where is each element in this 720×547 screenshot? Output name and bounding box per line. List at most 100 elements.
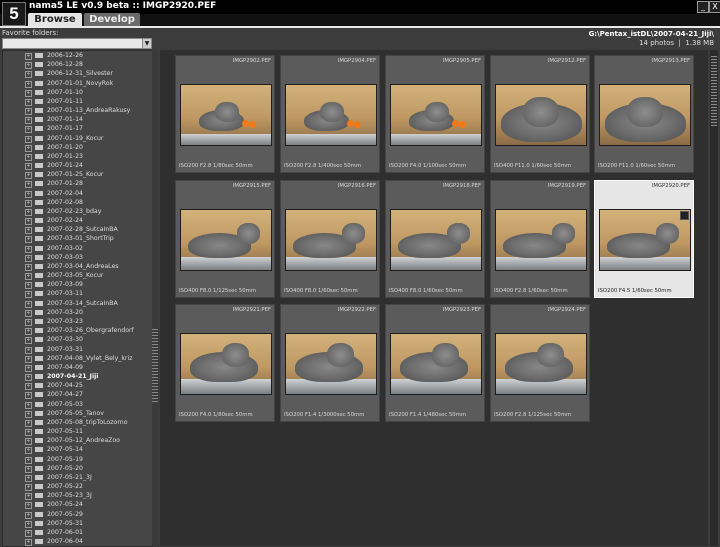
thumbnail-photo[interactable] [180, 209, 272, 271]
tree-item[interactable]: +2007-02-08 [3, 198, 152, 207]
tree-item[interactable]: +2007-05-22 [3, 482, 152, 492]
thumbnail-photo[interactable] [285, 209, 377, 271]
splitter-grip-icon[interactable] [152, 329, 158, 403]
tree-item[interactable]: +2007-03-23 [3, 317, 152, 326]
expand-icon[interactable]: + [25, 163, 32, 171]
tree-item[interactable]: +2007-01-23 [3, 152, 152, 161]
tree-item[interactable]: +2007-03-01_ShortTrip [3, 234, 152, 244]
flag-icon[interactable] [680, 211, 689, 220]
expand-icon[interactable]: + [25, 456, 32, 464]
tree-item[interactable]: +2007-03-09 [3, 280, 152, 290]
tree-item[interactable]: +2007-01-13_AndreaRakusy [3, 106, 152, 116]
expand-icon[interactable]: + [25, 401, 32, 409]
expand-icon[interactable]: + [25, 98, 32, 106]
tab-browse[interactable]: Browse [28, 13, 82, 26]
thumbnail[interactable]: IMGP2918.PEF ISO400 F8.0 1/60sec 50mm [385, 180, 485, 298]
thumbnail[interactable]: IMGP2913.PEF ISO200 F11.0 1/60sec 50mm [594, 55, 694, 173]
tree-item[interactable]: +2007-02-23_bday [3, 207, 152, 216]
thumbnail-photo[interactable] [495, 333, 587, 395]
tree-item[interactable]: +2007-01-25_Kocur [3, 170, 152, 180]
expand-icon[interactable]: + [25, 318, 32, 326]
tree-item[interactable]: +2007-03-14_SutcaInBA [3, 299, 152, 308]
tree-item[interactable]: +2007-01-19_Kocur [3, 134, 152, 143]
tree-item[interactable]: +2007-05-05_Tanov [3, 409, 152, 418]
tree-item[interactable]: +2007-05-29 [3, 510, 152, 519]
expand-icon[interactable]: + [25, 539, 32, 546]
tree-item[interactable]: +2006-12-31_Silvester [3, 69, 152, 79]
tree-item[interactable]: +2007-05-08_tripToLozorno [3, 418, 152, 427]
thumbnail-photo[interactable] [180, 333, 272, 395]
tree-item[interactable]: +2007-04-25 [3, 381, 152, 391]
expand-icon[interactable]: + [25, 502, 32, 510]
tree-item[interactable]: +2007-06-04 [3, 537, 152, 546]
thumbnail[interactable]: IMGP2912.PEF ISO400 F11.0 1/60sec 50mm [490, 55, 590, 173]
expand-icon[interactable]: + [25, 227, 32, 235]
tree-item[interactable]: +2007-01-17 [3, 124, 152, 134]
tree-item[interactable]: +2006-12-28 [3, 60, 152, 70]
tree-item[interactable]: +2007-04-27 [3, 390, 152, 400]
expand-icon[interactable]: + [25, 374, 32, 382]
tree-item[interactable]: +2007-05-14 [3, 445, 152, 455]
expand-icon[interactable]: + [25, 218, 32, 226]
tree-item[interactable]: +2007-03-26_Obergrafendorf [3, 326, 152, 336]
expand-icon[interactable]: + [25, 273, 32, 281]
tree-item[interactable]: +2007-03-11 [3, 289, 152, 299]
expand-icon[interactable]: + [25, 529, 32, 537]
expand-icon[interactable]: + [25, 300, 32, 308]
tree-item[interactable]: +2007-05-12_AndreaZoo [3, 436, 152, 446]
tree-item[interactable]: +2007-06-01 [3, 528, 152, 537]
expand-icon[interactable]: + [25, 172, 32, 180]
thumbnail[interactable]: IMGP2920.PEF ISO200 F4.5 1/60sec 50mm [594, 180, 694, 298]
expand-icon[interactable]: + [25, 245, 32, 253]
tree-item[interactable]: +2007-03-31 [3, 345, 152, 354]
thumbnail[interactable]: IMGP2915.PEF ISO400 F8.0 1/125sec 50mm [175, 180, 275, 298]
thumbnail[interactable]: IMGP2904.PEF ISO200 F2.8 1/400sec 50mm [280, 55, 380, 173]
tab-develop[interactable]: Develop [84, 13, 140, 26]
expand-icon[interactable]: + [25, 465, 32, 473]
expand-icon[interactable]: + [25, 328, 32, 336]
thumbnail[interactable]: IMGP2924.PEF ISO200 F2.8 1/125sec 50mm [490, 304, 590, 422]
thumbnail[interactable]: IMGP2921.PEF ISO200 F4.0 1/80sec 50mm [175, 304, 275, 422]
tree-item[interactable]: +2007-01-28 [3, 179, 152, 189]
expand-icon[interactable]: + [25, 80, 32, 88]
expand-icon[interactable]: + [25, 309, 32, 317]
pane-splitter[interactable] [152, 50, 158, 546]
expand-icon[interactable]: + [25, 419, 32, 427]
thumbnail-photo[interactable] [180, 84, 272, 146]
scrollbar-thumb[interactable] [711, 56, 717, 126]
expand-icon[interactable]: + [25, 383, 32, 391]
tree-item[interactable]: +2007-05-20 [3, 464, 152, 473]
expand-icon[interactable]: + [25, 108, 32, 116]
tree-item[interactable]: +2007-03-04_AndreaLes [3, 262, 152, 271]
tree-item[interactable]: +2007-03-02 [3, 244, 152, 253]
thumbnail[interactable]: IMGP2916.PEF ISO400 F8.0 1/60sec 50mm [280, 180, 380, 298]
tree-item[interactable]: +2007-01-01_NovyRok [3, 79, 152, 88]
expand-icon[interactable]: + [25, 135, 32, 143]
minimize-button[interactable]: _ [697, 1, 709, 13]
expand-icon[interactable]: + [25, 438, 32, 446]
expand-icon[interactable]: + [25, 181, 32, 189]
expand-icon[interactable]: + [25, 117, 32, 125]
expand-icon[interactable]: + [25, 346, 32, 354]
tree-item[interactable]: +2007-03-30 [3, 335, 152, 345]
expand-icon[interactable]: + [25, 89, 32, 97]
thumbnail-photo[interactable] [390, 333, 482, 395]
expand-icon[interactable]: + [25, 447, 32, 455]
tree-item[interactable]: +2007-03-20 [3, 308, 152, 317]
thumbnail[interactable]: IMGP2905.PEF ISO200 F4.0 1/100sec 50mm [385, 55, 485, 173]
tree-item[interactable]: +2007-04-08_Vylet_Bely_kriz [3, 354, 152, 363]
thumbnail-photo[interactable] [285, 333, 377, 395]
tree-item[interactable]: +2007-02-04 [3, 189, 152, 198]
thumbnail-photo[interactable] [285, 84, 377, 146]
favorite-folders-select[interactable]: ▼ [2, 38, 152, 49]
close-button[interactable]: X [709, 1, 720, 13]
expand-icon[interactable]: + [25, 429, 32, 437]
tree-item[interactable]: +2007-05-03 [3, 400, 152, 409]
expand-icon[interactable]: + [25, 282, 32, 290]
tree-item[interactable]: +2007-02-28_SutcaInBA [3, 225, 152, 235]
expand-icon[interactable]: + [25, 263, 32, 271]
tree-item[interactable]: +2007-03-03 [3, 253, 152, 262]
thumbnail-photo[interactable] [599, 209, 691, 271]
expand-icon[interactable]: + [25, 53, 32, 60]
expand-icon[interactable]: + [25, 62, 32, 70]
